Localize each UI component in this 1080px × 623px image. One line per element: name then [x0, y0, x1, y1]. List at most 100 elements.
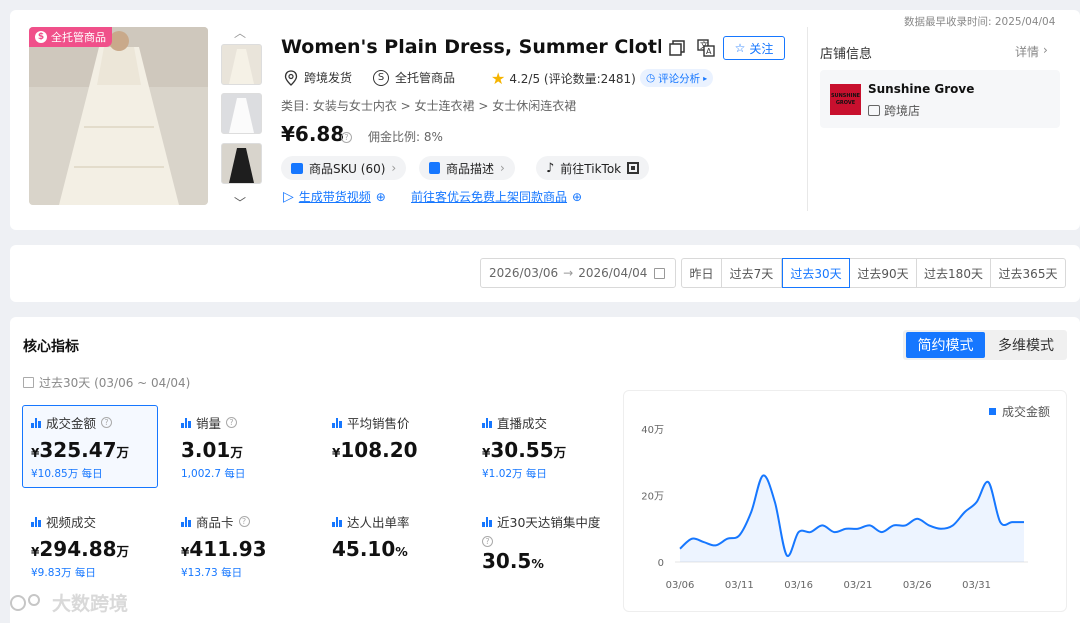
- chevron-right-icon: ›: [391, 161, 397, 175]
- kyy-link[interactable]: 前往客优云免费上架同款商品 ⊕: [411, 188, 582, 205]
- metric-label: 平均销售价: [347, 416, 410, 431]
- thumbnail-3[interactable]: [221, 143, 262, 184]
- metric-value: 30.5%: [482, 549, 544, 573]
- metric-tile[interactable]: 视频成交 ¥294.88万 ¥9.83万 每日: [31, 512, 151, 580]
- chevron-right-icon: ›: [1043, 43, 1048, 57]
- metric-title: 销量?: [181, 413, 301, 432]
- metric-title: 直播成交: [482, 413, 602, 432]
- bar-chart-icon: [482, 417, 492, 428]
- thumbnail-2[interactable]: [221, 93, 262, 134]
- metric-daily: ¥1.02万 每日: [482, 468, 547, 480]
- help-icon[interactable]: ?: [101, 417, 113, 428]
- metric-tile[interactable]: 商品卡? ¥411.93 ¥13.73 每日: [181, 512, 301, 580]
- thumb-down-icon[interactable]: ﹀: [234, 194, 246, 211]
- follow-button[interactable]: ☆ 关注: [723, 36, 785, 60]
- range-7d[interactable]: 过去7天: [722, 258, 782, 288]
- bar-chart-icon: [181, 516, 191, 527]
- bar-chart-icon: [482, 516, 492, 527]
- metric-tile[interactable]: 近30天达销集中度? 30.5%: [482, 512, 602, 573]
- tiktok-button[interactable]: ♪ 前往TikTok: [536, 156, 650, 180]
- price: ¥6.88: [281, 122, 345, 146]
- metric-tile[interactable]: 平均销售价 ¥108.20: [332, 413, 452, 462]
- range-yesterday[interactable]: 昨日: [681, 258, 722, 288]
- metric-tile[interactable]: 达人出单率 45.10%: [332, 512, 452, 561]
- star-outline-icon: ☆: [734, 41, 746, 55]
- watermark-logo-icon: [10, 593, 40, 611]
- arrow-circle-icon: ⊕: [572, 189, 583, 204]
- shop-type: 跨境店: [868, 102, 920, 119]
- watermark: 大数跨境: [8, 589, 128, 616]
- range-90d[interactable]: 过去90天: [850, 258, 917, 288]
- metric-title: 达人出单率: [332, 512, 452, 531]
- category-path: 类目: 女装与女士内衣 > 女士连衣裙 > 女士休闲连衣裙: [281, 99, 577, 113]
- record-time: 数据最早收录时间: 2025/04/04: [904, 16, 1056, 28]
- period-label: 过去30天 (03/06 ~ 04/04): [23, 374, 190, 391]
- metric-title: 商品卡?: [181, 512, 301, 531]
- thumbnail-1[interactable]: [221, 44, 262, 85]
- y-tick-label: 20万: [641, 492, 664, 503]
- play-icon: ▷: [283, 188, 294, 205]
- managed-badge: $ 全托管商品: [29, 27, 112, 47]
- metric-value: 45.10%: [332, 537, 408, 561]
- location-icon: [284, 69, 298, 86]
- help-icon[interactable]: ?: [238, 516, 250, 527]
- star-icon: ★: [491, 69, 506, 88]
- translate-icon[interactable]: 文A: [697, 39, 715, 57]
- clock-icon: ◷: [646, 72, 656, 84]
- mode-multi-button[interactable]: 多维模式: [988, 332, 1064, 358]
- rating-info: ★ 4.2/5 (评论数量:2481): [491, 69, 636, 88]
- range-30d[interactable]: 过去30天: [782, 258, 850, 288]
- qr-code-icon: [627, 162, 640, 174]
- metric-tile[interactable]: 成交金额? ¥325.47万 ¥10.85万 每日: [31, 413, 151, 481]
- description-button[interactable]: 商品描述 ›: [419, 156, 515, 180]
- shop-details-link[interactable]: 详情 ›: [1015, 43, 1048, 60]
- thumb-up-icon[interactable]: ︿: [234, 24, 246, 41]
- product-main-image[interactable]: [29, 27, 208, 205]
- bar-chart-icon: [31, 516, 41, 527]
- bar-chart-icon: [181, 417, 191, 428]
- help-icon[interactable]: ?: [482, 536, 493, 547]
- metric-label: 达人出单率: [347, 515, 410, 530]
- metric-value: ¥108.20: [332, 438, 418, 462]
- caret-right-icon: ▸: [703, 73, 708, 83]
- metric-label: 视频成交: [46, 515, 97, 530]
- metric-title: 成交金额?: [31, 413, 151, 432]
- metric-label: 近30天达销集中度: [497, 515, 601, 530]
- calendar-icon: [654, 267, 666, 279]
- copy-icon[interactable]: [669, 40, 685, 56]
- shipping-info: 跨境发货: [284, 69, 352, 86]
- bar-chart-icon: [332, 417, 342, 428]
- core-title: 核心指标: [23, 339, 79, 355]
- x-tick-label: 03/11: [725, 580, 754, 591]
- metric-label: 商品卡: [196, 515, 234, 530]
- range-options: 昨日 过去7天 过去30天 过去90天 过去180天 过去365天: [681, 258, 1066, 288]
- generate-video-link[interactable]: ▷ 生成带货视频 ⊕: [283, 188, 386, 205]
- metric-value: ¥30.55万: [482, 438, 567, 462]
- shop-logo: SUNSHINE GROVE: [830, 84, 861, 115]
- metric-tile[interactable]: 销量? 3.01万 1,002.7 每日: [181, 413, 301, 481]
- metric-label: 成交金额: [46, 416, 97, 431]
- metric-daily: 1,002.7 每日: [181, 468, 246, 480]
- document-icon: [429, 162, 440, 174]
- date-range-picker[interactable]: 2026/03/06 → 2026/04/04: [480, 258, 676, 288]
- x-tick-label: 03/31: [962, 580, 991, 591]
- calendar-icon: [23, 377, 34, 388]
- range-365d[interactable]: 过去365天: [991, 258, 1066, 288]
- tiktok-icon: ♪: [546, 160, 555, 176]
- bar-chart-icon: [332, 516, 342, 527]
- metric-tile[interactable]: 直播成交 ¥30.55万 ¥1.02万 每日: [482, 413, 602, 481]
- divider: [807, 27, 808, 211]
- svg-text:A: A: [706, 47, 712, 56]
- range-180d[interactable]: 过去180天: [917, 258, 991, 288]
- price-help-icon[interactable]: ?: [341, 129, 352, 143]
- metric-label: 直播成交: [497, 416, 548, 431]
- metric-value: ¥294.88万: [31, 537, 130, 561]
- sku-button[interactable]: 商品SKU (60) ›: [281, 156, 407, 180]
- help-icon[interactable]: ?: [226, 417, 238, 428]
- review-analysis-button[interactable]: ◷ 评论分析 ▸: [640, 69, 714, 87]
- mode-simple-button[interactable]: 简约模式: [906, 332, 985, 358]
- store-icon: [868, 105, 880, 116]
- arrow-circle-icon: ⊕: [375, 189, 386, 204]
- dollar-circle-icon: S: [373, 69, 389, 86]
- metric-title: 平均销售价: [332, 413, 452, 432]
